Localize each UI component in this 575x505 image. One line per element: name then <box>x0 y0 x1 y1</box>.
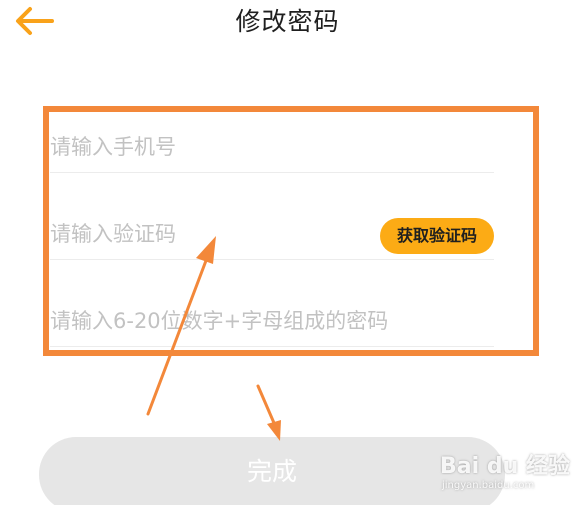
page-title: 修改密码 <box>235 7 340 36</box>
verification-code-field: 获取验证码 <box>50 209 494 260</box>
submit-button[interactable]: 完成 <box>39 437 505 505</box>
phone-input[interactable] <box>50 122 490 172</box>
phone-field <box>50 122 494 173</box>
new-password-input[interactable] <box>50 296 490 346</box>
verification-code-input[interactable] <box>50 209 370 259</box>
change-password-screen: 修改密码 获取验证码 完成 Bai du 经验 jingyan.baidu.co… <box>0 0 575 505</box>
annotation-arrow-to-submit <box>256 384 281 441</box>
password-field <box>50 296 494 347</box>
get-code-button[interactable]: 获取验证码 <box>380 218 494 254</box>
